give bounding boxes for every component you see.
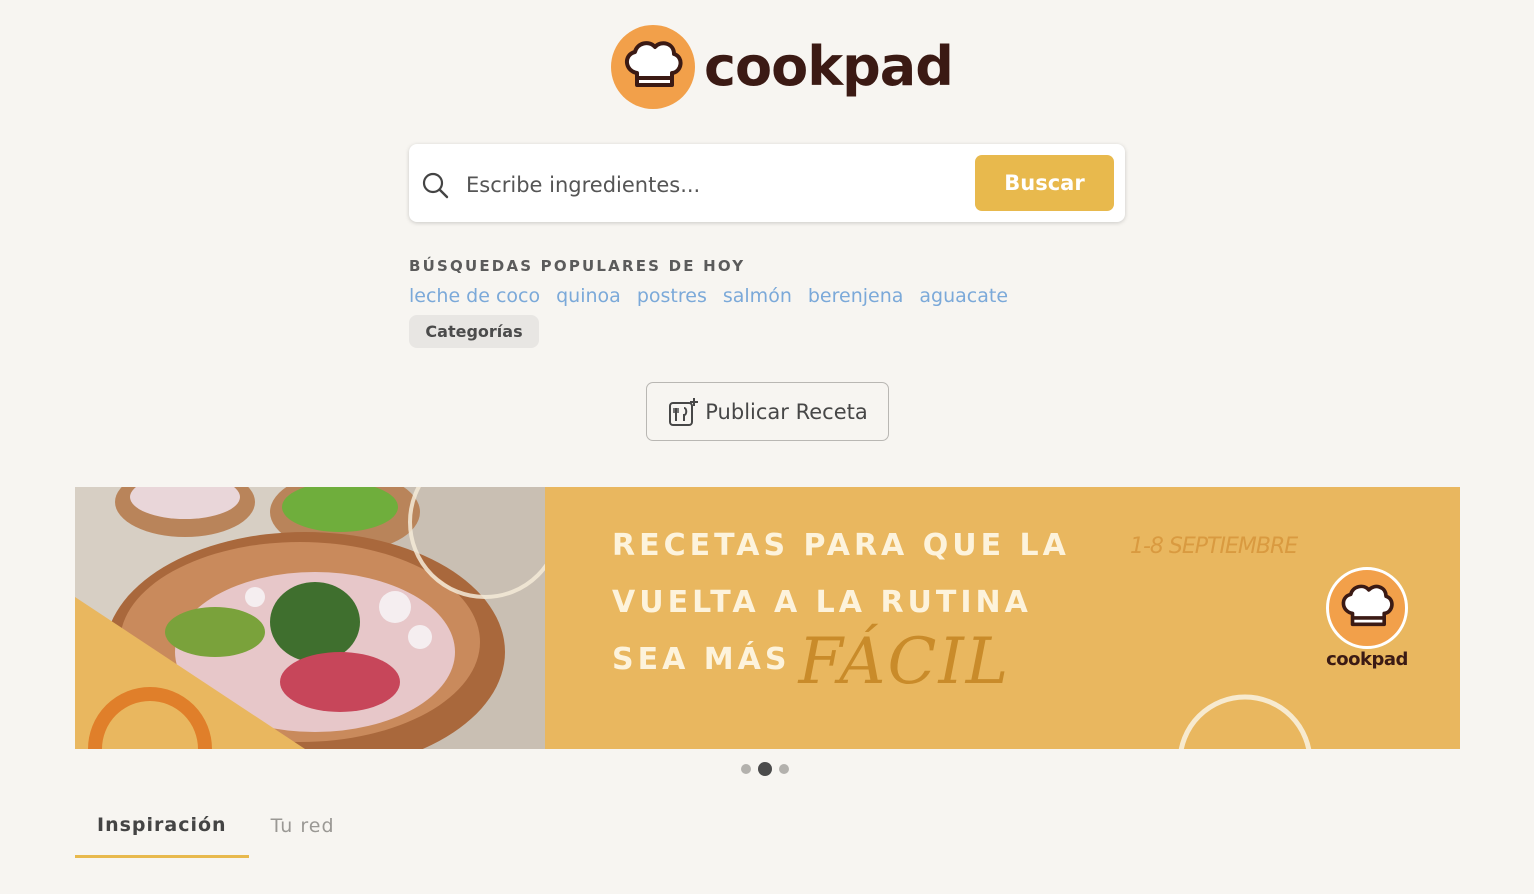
- popular-search-link[interactable]: quinoa: [556, 285, 621, 307]
- categories-button[interactable]: Categorías: [409, 315, 539, 348]
- banner-line: RECETAS PARA QUE LA: [612, 528, 1070, 563]
- popular-search-link[interactable]: salmón: [723, 285, 792, 307]
- tab-inspiracion[interactable]: Inspiración: [75, 795, 249, 858]
- search-button[interactable]: Buscar: [975, 155, 1114, 211]
- carousel-dot[interactable]: [779, 764, 789, 774]
- popular-searches-list: leche de coco quinoa postres salmón bere…: [409, 285, 1008, 307]
- popular-search-link[interactable]: postres: [637, 285, 707, 307]
- popular-search-link[interactable]: berenjena: [808, 285, 904, 307]
- banner-logo-text: cookpad: [1326, 649, 1408, 670]
- recipe-add-icon: [669, 397, 699, 426]
- promo-banner[interactable]: RECETAS PARA QUE LA VUELTA A LA RUTINA S…: [75, 487, 1460, 749]
- popular-search-link[interactable]: aguacate: [919, 285, 1008, 307]
- chef-hat-icon: [1326, 567, 1408, 649]
- banner-dates: 1-8 SEPTIEMBRE: [1130, 534, 1298, 559]
- search-icon: [422, 172, 449, 199]
- banner-line: SEA MÁS: [612, 642, 791, 677]
- brand-name: cookpad: [704, 35, 954, 98]
- publish-recipe-button[interactable]: Publicar Receta: [646, 382, 889, 441]
- chef-hat-icon: [611, 25, 695, 109]
- popular-searches-heading: BÚSQUEDAS POPULARES DE HOY: [409, 257, 746, 275]
- tab-tu-red[interactable]: Tu red: [249, 795, 357, 856]
- carousel-dot-active[interactable]: [758, 762, 772, 776]
- banner-line: VUELTA A LA RUTINA: [612, 585, 1032, 620]
- banner-line-last: SEA MÁS FÁCIL: [612, 630, 1092, 694]
- publish-recipe-label: Publicar Receta: [705, 399, 868, 424]
- carousel-dots: [741, 762, 789, 776]
- cookpad-logo[interactable]: cookpad: [611, 25, 954, 109]
- popular-search-link[interactable]: leche de coco: [409, 285, 540, 307]
- search-input[interactable]: [464, 164, 968, 206]
- decorative-circle: [1178, 694, 1312, 749]
- food-bowl-photo: [75, 487, 545, 749]
- banner-cookpad-logo: cookpad: [1325, 567, 1409, 670]
- page: cookpad Buscar BÚSQUEDAS POPULARES DE HO…: [0, 0, 1534, 894]
- carousel-dot[interactable]: [741, 764, 751, 774]
- feed-tabs: Inspiración Tu red: [75, 795, 357, 858]
- search-bar: Buscar: [409, 144, 1125, 222]
- banner-headline: RECETAS PARA QUE LA VUELTA A LA RUTINA S…: [612, 517, 1092, 694]
- banner-highlight: FÁCIL: [798, 625, 1011, 699]
